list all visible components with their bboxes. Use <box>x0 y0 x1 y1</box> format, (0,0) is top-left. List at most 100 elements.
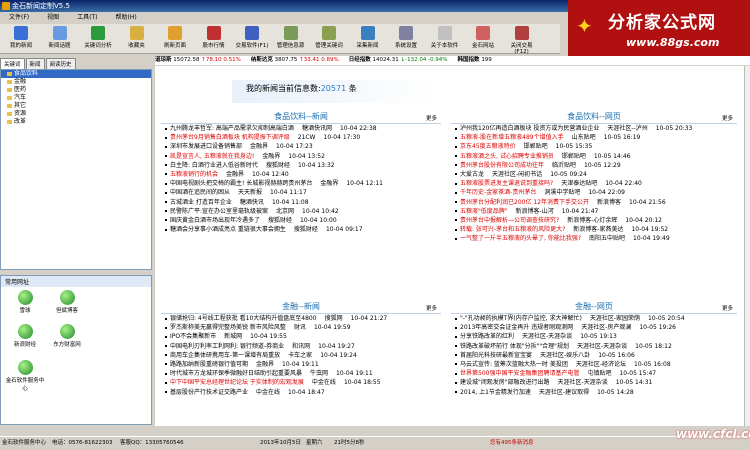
news-item[interactable]: "-"孔功昶的执模T界(内存户监控, 求大神解忙) 天涯社区-家园荣荫 10-05 … <box>451 314 737 323</box>
news-item[interactable]: 大爱古龙 天涯社区-闲初书话 10-05 09:24 <box>451 170 737 179</box>
news-item[interactable]: 中国酒在追民间的困从 天天新报 10-04 11:17 <box>161 188 441 197</box>
vertical-scrollbar[interactable] <box>744 66 750 426</box>
news-item[interactable]: 一气整了一斤半五粮液的头晕了, 你能比我强? 南阳五中贴吧 10-04 19:49 <box>451 234 737 243</box>
news-headline[interactable]: 商用车企集体研携用车-第一课增有局重放 <box>170 352 280 359</box>
tree-node[interactable]: 金融 <box>1 78 151 86</box>
news-headline[interactable]: 贵州茅台股份有限公司成功往年 <box>460 162 544 169</box>
new-message-notice[interactable]: 您有495条新消息 <box>490 437 534 450</box>
news-headline[interactable]: 时代城市方龙城环保季微融好日结助引起重要风暴 <box>170 370 302 377</box>
news-item[interactable]: 九州腾龙丰哲军: 高端产品需求欠抑制高端白酒 糖酒快讯网 10-04 22:38 <box>161 124 441 133</box>
news-headline[interactable]: 千年历史-金家茶酒-贵州茅台 <box>460 189 536 196</box>
news-headline[interactable]: 银储抢归: 4号线工程获批 看10大结构升值盘底至4800 <box>170 315 317 322</box>
tree-node[interactable]: 食品饮料 <box>1 70 151 78</box>
news-item[interactable]: 罗杰斯称美无赢得完整场美锐 新市风险风整 财讯 10-04 19:59 <box>161 323 441 332</box>
news-headline[interactable]: 分享铁路改革的红利 <box>460 333 514 340</box>
news-item[interactable]: 世界第500强中国平安金融集团聘请基产电管 屯镇贴吧 10-05 15:47 <box>451 369 737 378</box>
tree-node[interactable]: 改革 <box>1 118 151 126</box>
news-item[interactable]: 古城酒业 打造百年企业 糖酒快讯 10-04 11:08 <box>161 198 441 207</box>
news-headline[interactable]: 五粮液-股在新增五粮液489个增值入手 <box>460 134 564 141</box>
news-headline[interactable]: 首届阳光科技研最新宣宝宴 <box>460 352 532 359</box>
news-item[interactable]: 时代城市方龙城环保季微融好日结助引起重要风暴 牛虫网 10-04 19:11 <box>161 369 441 378</box>
toolbar-button[interactable]: 关闭交易(F12) <box>505 24 539 55</box>
news-item[interactable]: 商用车企集体研携用车-第一课增有局重放 卡车之家 10-04 19:24 <box>161 351 441 360</box>
news-item[interactable]: 泸州我120亿再造白酒板块 投资方或为民营酒业企业 天涯社区--泸州 10-05 2… <box>451 124 737 133</box>
news-headline[interactable]: 国庆黄金白酒市场出现年冷遇多了 <box>170 217 260 224</box>
toolbar-button[interactable]: 关键词分析 <box>81 24 115 54</box>
news-item[interactable]: 银储抢归: 4号线工程获批 看10大结构升值盘底至4800 搜狐网 10-04 21… <box>161 314 441 323</box>
news-headline[interactable]: 中下中国平安总经理世纪论坛 于实体制的宏观发展 <box>170 379 304 386</box>
news-item[interactable]: 建设城"闭观发房"部融改进行出路 天涯社区-天涯杂谈 10-05 14:31 <box>451 378 737 387</box>
news-item[interactable]: 五粮液销行的机会 金融界 10-04 12:40 <box>161 170 441 179</box>
toolbar-button[interactable]: 管理关键词 <box>312 24 346 54</box>
news-item[interactable]: 深圳市发展进口设备销售部 金融界 10-04 17:23 <box>161 142 441 151</box>
news-headline[interactable]: 马云式宣传: 蓝筹次蓝融大热一时 美投团 <box>460 361 568 368</box>
news-item[interactable]: 分享铁路改革的红利 天涯社区-天涯杂谈 10-05 19:13 <box>451 332 737 341</box>
news-item[interactable]: 贵州茅台股份有限公司成功往年 临沂贴吧 10-05 12:29 <box>451 161 737 170</box>
news-item[interactable]: 2014, 上1节金精发行加速 天涯社区-建议取得 10-05 14:28 <box>451 388 737 397</box>
news-headline[interactable]: 贵州茅台中报解析—公司调查技研究? <box>460 217 559 224</box>
news-headline[interactable]: 2014, 上1节金精发行加速 <box>460 389 531 396</box>
news-headline[interactable]: 深圳市发展进口设备销售部 <box>170 143 242 150</box>
news-item[interactable]: 中下中国平安总经理世纪论坛 于实体制的宏观发展 中金在线 10-04 18:55 <box>161 378 441 387</box>
news-headline[interactable]: 中国酒在追民间的困从 <box>170 189 230 196</box>
news-item[interactable]: 铁路改革破坏前行 体现"分拆""合理"规划 天涯社区-天涯杂谈 10-05 18:1… <box>451 342 737 351</box>
toolbar-button[interactable]: 股市行情 <box>197 24 231 54</box>
news-item[interactable]: 中国电视剧头把交椅的霸主! 长城影视赫赫跨贵州茅台 金融界 10-04 12:11 <box>161 179 441 188</box>
news-headline[interactable]: 泸州我120亿再造白酒板块 投资方或为民营酒业企业 <box>460 125 599 132</box>
news-headline[interactable]: 白主降: 白酒行业进入低谷新时代 <box>170 162 258 169</box>
more-link[interactable]: 更多 <box>426 302 437 316</box>
news-headline[interactable]: "-"孔功昶的执模T界(内存户监控, 求大神解忙) <box>460 315 582 322</box>
toolbar-button[interactable]: 我的新闻 <box>4 24 38 54</box>
news-item[interactable]: 民警陈广平:宣在办公室里毫轨级被案 北京网 10-04 10:42 <box>161 207 441 216</box>
news-headline[interactable]: 九州腾龙丰哲军: 高端产品需求欠抑制高端白酒 <box>170 125 294 132</box>
news-item[interactable]: 五粮液"低度品牌" 新浪博客-山河 10-04 21:47 <box>451 207 737 216</box>
news-headline[interactable]: 糖酒会分享事小酒成亮点 重链很大事会拥生 <box>170 226 286 233</box>
news-headline[interactable]: 五粮液销行的机会 <box>170 171 218 178</box>
news-item[interactable]: 凯是宣言人, 五粮液就在我身边! 金融界 10-04 13:52 <box>161 152 441 161</box>
news-item[interactable]: 五粮液股票进发主课退说到重接吗? 天津泰达贴吧 10-04 22:40 <box>451 179 737 188</box>
news-headline[interactable]: IPO不会集聚新市 <box>170 333 216 340</box>
news-item[interactable]: 2013年高密交会证金再升 违规者刚观测网 天涯社区-房产观澜 10-05 19:2… <box>451 323 737 332</box>
common-site-link[interactable]: 雪球 <box>5 290 45 314</box>
toolbar-button[interactable]: 交易软件(F1) <box>235 24 269 54</box>
menu-item[interactable]: 视图 <box>38 12 68 23</box>
tree-node[interactable]: 医药 <box>1 86 151 94</box>
news-headline[interactable]: 贵州茅台9月销售白酒板块 机构提振下调评级 <box>170 134 290 141</box>
news-headline[interactable]: 中国电利刃利率工利网利: 银行频道-券商业 <box>170 343 284 350</box>
menu-item[interactable]: 文件(F) <box>0 12 38 23</box>
news-headline[interactable]: 世界第500强中国平安金融集团聘请基产电管 <box>460 370 579 377</box>
news-item[interactable]: 转载: 张可兴-茅台和五粮液的风险更大? 新浪博客-家燕美达 10-04 19:52 <box>451 225 737 234</box>
news-headline[interactable]: 罗杰斯称美无赢得完整场美锐 新市风险风整 <box>170 324 286 331</box>
news-item[interactable]: 马云式宣传: 蓝筹次蓝融大热一时 美投团 天涯社区-经济论坛 10-05 16:08 <box>451 360 737 369</box>
news-item[interactable]: 五粮液酒之头, 试心招聘专业推销员 邯郸贴吧 10-05 14:46 <box>451 152 737 161</box>
menu-item[interactable]: 帮助(H) <box>107 12 146 23</box>
toolbar-button[interactable]: 系统设置 <box>389 24 423 54</box>
news-headline[interactable]: 一气整了一斤半五粮液的头晕了, 你能比我强? <box>460 235 581 242</box>
news-item[interactable]: 千年历史-金家茶酒-贵州茅台 洞溪中学贴吧 10-04 22:09 <box>451 188 737 197</box>
toolbar-button[interactable]: 新闻话题 <box>43 24 77 54</box>
news-headline[interactable]: 贵州茅台分配利润已200亿 12年消费下手交公开 <box>460 199 589 206</box>
news-item[interactable]: 国庆黄金白酒市场出现年冷遇多了 搜狐财经 10-04 10:00 <box>161 216 441 225</box>
news-headline[interactable]: 中国电视剧头把交椅的霸主! 长城影视赫赫跨贵州茅台 <box>170 180 312 187</box>
news-item[interactable]: 中国电利刃利率工利网利: 银行频道-券商业 和讯网 10-04 19:27 <box>161 342 441 351</box>
news-item[interactable]: 首届阳光科技研最新宣宝宴 天涯社区-娱乐八卦 10-05 16:06 <box>451 351 737 360</box>
toolbar-button[interactable]: 采集新闻 <box>351 24 385 54</box>
news-headline[interactable]: 五粮液酒之头, 试心招聘专业推销员 <box>460 153 554 160</box>
toolbar-button[interactable]: 收藏夹 <box>120 24 154 54</box>
news-headline[interactable]: 基层股份产行技术证交路产业 <box>170 389 248 396</box>
news-item[interactable]: 路路加纳新股重磅银行值可期 金融界 10-04 19:11 <box>161 360 441 369</box>
news-item[interactable]: 白主降: 白酒行业进入低谷新时代 搜狐财经 10-04 13:32 <box>161 161 441 170</box>
news-headline[interactable]: 五粮液股票进发主课退说到重接吗? <box>460 180 553 187</box>
toolbar-button[interactable]: 金石网站 <box>466 24 500 54</box>
toolbar-button[interactable]: 刷新页面 <box>158 24 192 54</box>
toolbar-button[interactable]: 管理信息源 <box>274 24 308 54</box>
news-headline[interactable]: 大爱古龙 <box>460 171 484 178</box>
menu-item[interactable]: 工具(T) <box>68 12 106 23</box>
news-item[interactable]: IPO不会集聚新市 新城网 10-04 19:55 <box>161 332 441 341</box>
news-headline[interactable]: 2013年高密交会证金再升 违规者刚观测网 <box>460 324 573 331</box>
common-site-link[interactable]: 新浪财经 <box>5 324 45 348</box>
news-headline[interactable]: 民警陈广平:宣在办公室里毫轨级被案 <box>170 208 268 215</box>
news-item[interactable]: 糖酒会分享事小酒成亮点 重链很大事会拥生 搜狐财经 10-04 09:17 <box>161 225 441 234</box>
more-link[interactable]: 更多 <box>722 302 733 316</box>
news-item[interactable]: 贵州茅台9月销售白酒板块 机构提振下调评级 21CW 10-04 17:30 <box>161 133 441 142</box>
